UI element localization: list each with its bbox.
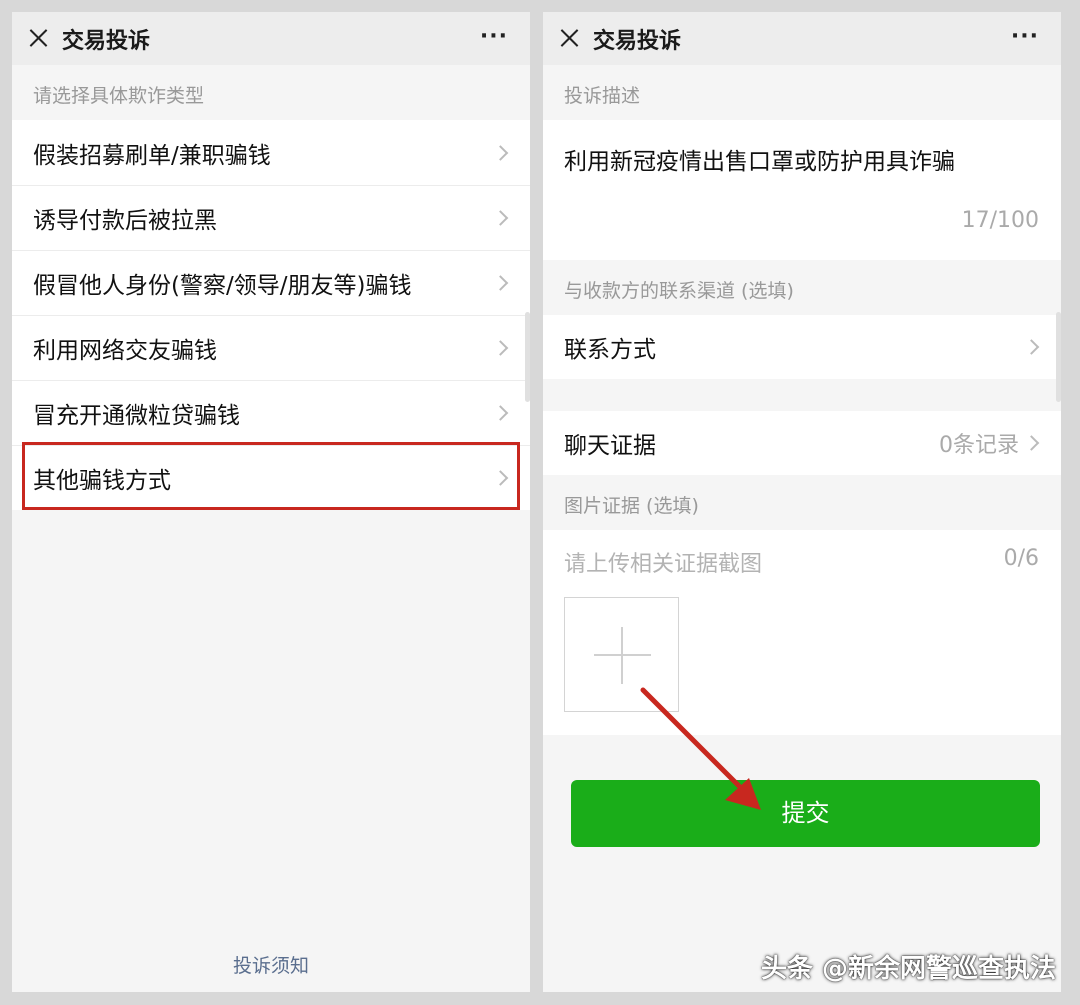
complaint-notice-link[interactable]: 投诉须知 — [12, 951, 530, 978]
chat-evidence-count: 0条记录 — [939, 433, 1019, 458]
title-bar: 交易投诉 ··· — [543, 12, 1061, 65]
submit-button[interactable]: 提交 — [571, 780, 1040, 847]
upload-placeholder: 请上传相关证据截图 — [564, 552, 763, 577]
scrollbar — [1056, 312, 1061, 402]
item-label: 假装招募刷单/兼职骗钱 — [33, 142, 271, 169]
chat-evidence-row[interactable]: 聊天证据 0条记录 — [543, 411, 1061, 475]
close-icon[interactable] — [543, 12, 591, 65]
chevron-right-icon — [492, 405, 509, 421]
page-title: 交易投诉 — [62, 28, 151, 54]
contact-section-label: 与收款方的联系渠道 (选填) — [564, 280, 794, 302]
desc-section-label: 投诉描述 — [564, 85, 641, 107]
right-screen: 交易投诉 ··· 投诉描述 利用新冠疫情出售口罩或防护用具诈骗 17/100 与… — [543, 12, 1061, 992]
image-upload-area: 请上传相关证据截图 0/6 — [543, 530, 1061, 735]
more-menu-icon[interactable]: ··· — [480, 26, 508, 48]
add-image-button[interactable] — [564, 597, 679, 712]
chevron-right-icon — [492, 210, 509, 226]
chevron-right-icon — [1023, 339, 1040, 355]
fraud-type-item[interactable]: 假装招募刷单/兼职骗钱 — [12, 120, 530, 185]
left-screen: 交易投诉 ··· 请选择具体欺诈类型 假装招募刷单/兼职骗钱 诱导付款后被拉黑 … — [12, 12, 530, 992]
contact-method-row[interactable]: 联系方式 — [543, 315, 1061, 379]
chevron-right-icon — [1023, 435, 1040, 451]
description-text: 利用新冠疫情出售口罩或防护用具诈骗 — [564, 149, 955, 175]
image-section-label: 图片证据 (选填) — [564, 495, 699, 517]
watermark: 头条 @新余网警巡查执法 — [760, 954, 1056, 984]
title-bar: 交易投诉 ··· — [12, 12, 530, 65]
fraud-type-list: 假装招募刷单/兼职骗钱 诱导付款后被拉黑 假冒他人身份(警察/领导/朋友等)骗钱… — [12, 120, 530, 510]
description-textarea[interactable]: 利用新冠疫情出售口罩或防护用具诈骗 — [543, 120, 1061, 260]
more-menu-icon[interactable]: ··· — [1011, 26, 1039, 48]
chevron-right-icon — [492, 144, 509, 161]
fraud-type-item[interactable]: 假冒他人身份(警察/领导/朋友等)骗钱 — [12, 250, 530, 315]
fraud-type-item[interactable]: 利用网络交友骗钱 — [12, 315, 530, 380]
description-char-count: 17/100 — [961, 208, 1039, 233]
fraud-type-item-other[interactable]: 其他骗钱方式 — [12, 445, 530, 510]
upload-count: 0/6 — [1003, 546, 1039, 571]
chevron-right-icon — [492, 340, 509, 356]
fraud-type-item[interactable]: 诱导付款后被拉黑 — [12, 185, 530, 250]
chevron-right-icon — [492, 470, 509, 486]
item-label: 其他骗钱方式 — [33, 468, 171, 494]
item-label: 假冒他人身份(警察/领导/朋友等)骗钱 — [33, 273, 412, 299]
scrollbar — [525, 312, 530, 402]
item-label: 利用网络交友骗钱 — [33, 338, 217, 364]
page-title: 交易投诉 — [593, 28, 682, 54]
chat-evidence-label: 聊天证据 — [564, 433, 656, 459]
section-label: 请选择具体欺诈类型 — [33, 85, 205, 107]
item-label: 冒充开通微粒贷骗钱 — [33, 403, 240, 429]
close-icon[interactable] — [12, 12, 60, 65]
item-label: 诱导付款后被拉黑 — [33, 208, 217, 234]
fraud-type-item[interactable]: 冒充开通微粒贷骗钱 — [12, 380, 530, 445]
contact-method-label: 联系方式 — [564, 337, 656, 363]
chevron-right-icon — [492, 275, 509, 291]
